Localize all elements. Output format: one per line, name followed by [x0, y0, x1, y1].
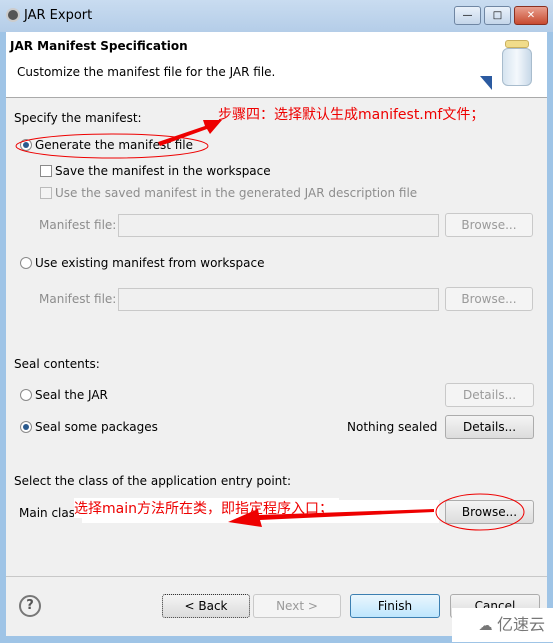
browse-highlight-ellipse [435, 493, 525, 531]
main-class-arrow-icon [228, 509, 434, 527]
step4-arrow-icon [158, 120, 222, 146]
watermark-text: 亿速云 [496, 615, 545, 634]
annotation-overlay [15, 120, 525, 531]
watermark-logo-icon: ☁ [478, 618, 497, 634]
watermark: ☁ 亿速云 [452, 608, 553, 642]
